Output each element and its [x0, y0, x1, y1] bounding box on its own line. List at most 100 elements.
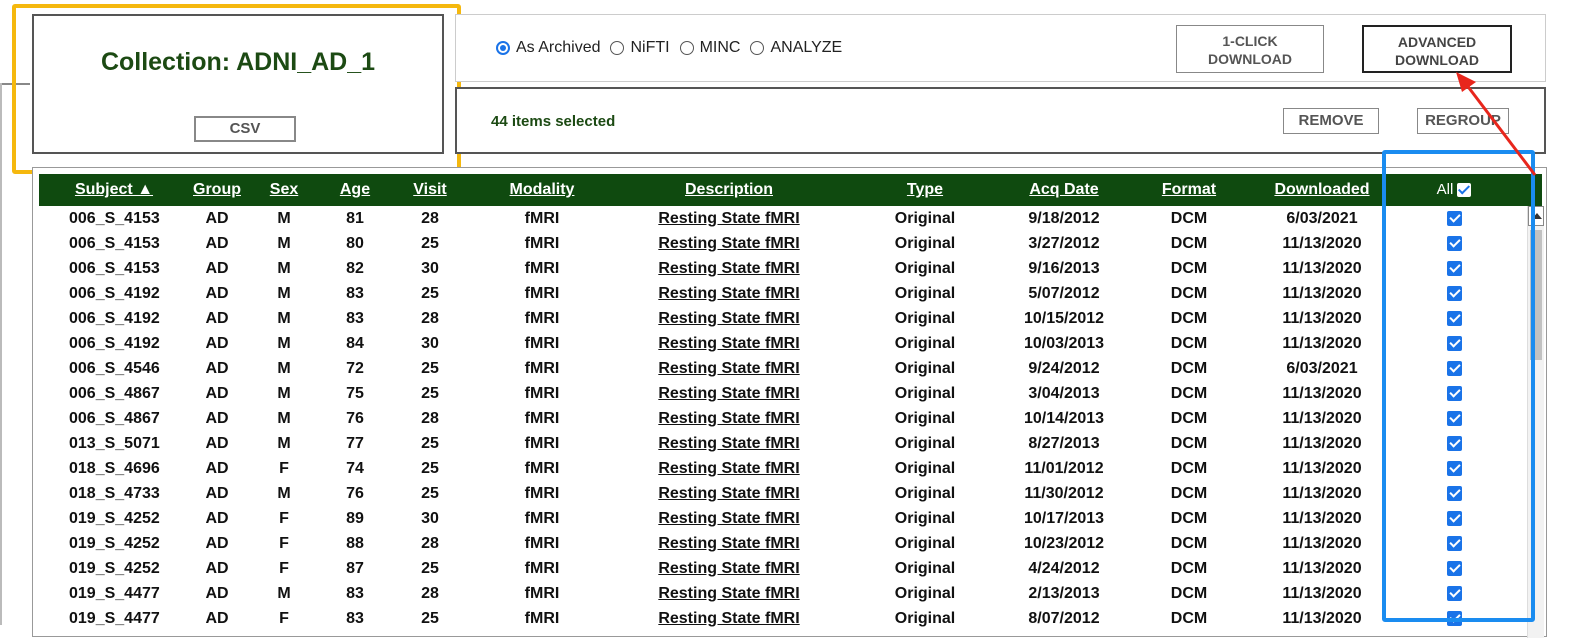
- header-description[interactable]: Description: [659, 174, 799, 206]
- cell-modality: fMRI: [524, 610, 560, 627]
- cell-subject: 006_S_4867: [69, 410, 160, 427]
- header-subject[interactable]: Subject ▲: [69, 174, 159, 206]
- scroll-up-icon[interactable]: [1528, 206, 1544, 226]
- format-option-nifti[interactable]: NiFTI: [610, 39, 670, 57]
- row-select-checkbox[interactable]: [1447, 386, 1462, 401]
- cell-acq-date: 4/24/2012: [1028, 560, 1100, 577]
- row-select-checkbox[interactable]: [1447, 561, 1462, 576]
- cell-type: Original: [894, 485, 956, 502]
- cell-downloaded: 11/13/2020: [1282, 435, 1362, 452]
- radio-checked-icon[interactable]: [496, 41, 510, 55]
- radio-unchecked-icon[interactable]: [679, 41, 694, 55]
- row-select-checkbox[interactable]: [1447, 411, 1462, 426]
- row-select-checkbox[interactable]: [1447, 361, 1462, 376]
- row-select-checkbox[interactable]: [1447, 586, 1462, 601]
- header-type[interactable]: Type: [891, 174, 959, 206]
- cell-description[interactable]: Resting State fMRI: [639, 581, 819, 606]
- cell-acq-date: 10/17/2013: [1023, 510, 1105, 527]
- cell-acq-date: 10/15/2012: [1023, 310, 1105, 327]
- row-select-checkbox[interactable]: [1447, 286, 1462, 301]
- row-select-checkbox[interactable]: [1447, 486, 1462, 501]
- cell-modality: fMRI: [524, 435, 560, 452]
- table-scrollbar[interactable]: [1527, 206, 1544, 638]
- cell-description[interactable]: Resting State fMRI: [639, 406, 819, 431]
- cell-format: DCM: [1170, 360, 1208, 377]
- one-click-download-button[interactable]: 1-CLICK DOWNLOAD: [1176, 25, 1324, 73]
- header-visit[interactable]: Visit: [408, 174, 452, 206]
- select-all-checkbox[interactable]: [1457, 183, 1472, 198]
- cell-description[interactable]: Resting State fMRI: [639, 356, 819, 381]
- radio-unchecked-icon[interactable]: [610, 41, 625, 55]
- cell-sex: M: [277, 235, 291, 252]
- format-option-analyze[interactable]: ANALYZE: [750, 39, 842, 57]
- cell-description[interactable]: Resting State fMRI: [639, 256, 819, 281]
- cell-description[interactable]: Resting State fMRI: [639, 431, 819, 456]
- table-row: 006_S_4867 AD M 75 25 fMRI Resting State fMRI O…: [39, 381, 1527, 406]
- scroll-thumb[interactable]: [1530, 230, 1542, 360]
- cell-downloaded: 11/13/2020: [1282, 610, 1362, 627]
- header-select-all[interactable]: All: [1419, 174, 1489, 206]
- cell-description[interactable]: Resting State fMRI: [639, 231, 819, 256]
- cell-sex: M: [277, 210, 291, 227]
- cell-description[interactable]: Resting State fMRI: [639, 381, 819, 406]
- header-age[interactable]: Age: [335, 174, 375, 206]
- remove-button[interactable]: REMOVE: [1283, 108, 1379, 134]
- cell-sex: M: [277, 360, 291, 377]
- row-select-checkbox[interactable]: [1447, 336, 1462, 351]
- format-option-as-archived[interactable]: As Archived: [496, 39, 600, 57]
- header-format[interactable]: Format: [1151, 174, 1227, 206]
- regroup-button[interactable]: REGROUP: [1417, 108, 1509, 134]
- cell-description[interactable]: Resting State fMRI: [639, 506, 819, 531]
- row-select-checkbox[interactable]: [1447, 436, 1462, 451]
- radio-unchecked-icon[interactable]: [750, 41, 765, 55]
- cell-description[interactable]: Resting State fMRI: [639, 281, 819, 306]
- row-select-checkbox[interactable]: [1447, 236, 1462, 251]
- cell-type: Original: [894, 460, 956, 477]
- cell-description[interactable]: Resting State fMRI: [639, 481, 819, 506]
- row-select-checkbox[interactable]: [1447, 261, 1462, 276]
- cell-modality: fMRI: [524, 335, 560, 352]
- cell-subject: 018_S_4696: [69, 460, 160, 477]
- cell-group: AD: [205, 410, 229, 427]
- header-group[interactable]: Group: [187, 174, 247, 206]
- row-select-checkbox[interactable]: [1447, 461, 1462, 476]
- table-row: 006_S_4546 AD M 72 25 fMRI Resting State fMRI O…: [39, 356, 1527, 381]
- header-downloaded[interactable]: Downloaded: [1267, 174, 1377, 206]
- cell-acq-date: 10/14/2013: [1023, 410, 1105, 427]
- table-row: 006_S_4153 AD M 81 28 fMRI Resting State fMRI O…: [39, 206, 1527, 231]
- row-select-checkbox[interactable]: [1447, 311, 1462, 326]
- cell-description[interactable]: Resting State fMRI: [639, 556, 819, 581]
- cell-age: 72: [346, 360, 364, 377]
- cell-type: Original: [894, 285, 956, 302]
- cell-description[interactable]: Resting State fMRI: [639, 306, 819, 331]
- cell-type: Original: [894, 410, 956, 427]
- header-sex[interactable]: Sex: [264, 174, 304, 206]
- advanced-download-button[interactable]: ADVANCED DOWNLOAD: [1362, 25, 1512, 73]
- cell-description[interactable]: Resting State fMRI: [639, 206, 819, 231]
- cell-group: AD: [205, 210, 229, 227]
- cell-age: 81: [346, 210, 364, 227]
- cell-format: DCM: [1170, 385, 1208, 402]
- cell-format: DCM: [1170, 310, 1208, 327]
- row-select-checkbox[interactable]: [1447, 211, 1462, 226]
- table-row: 006_S_4192 AD M 83 25 fMRI Resting State fMRI O…: [39, 281, 1527, 306]
- cell-subject: 019_S_4252: [69, 510, 160, 527]
- cell-subject: 006_S_4546: [69, 360, 160, 377]
- header-acq-date[interactable]: Acq Date: [1016, 174, 1112, 206]
- row-select-checkbox[interactable]: [1447, 611, 1462, 626]
- cell-visit: 30: [421, 260, 439, 277]
- cell-group: AD: [205, 585, 229, 602]
- row-select-checkbox[interactable]: [1447, 536, 1462, 551]
- cell-description[interactable]: Resting State fMRI: [639, 606, 819, 631]
- cell-modality: fMRI: [524, 560, 560, 577]
- cell-sex: F: [279, 460, 289, 477]
- cell-age: 76: [346, 485, 364, 502]
- cell-description[interactable]: Resting State fMRI: [639, 331, 819, 356]
- cell-modality: fMRI: [524, 535, 560, 552]
- row-select-checkbox[interactable]: [1447, 511, 1462, 526]
- cell-description[interactable]: Resting State fMRI: [639, 456, 819, 481]
- cell-description[interactable]: Resting State fMRI: [639, 531, 819, 556]
- header-modality[interactable]: Modality: [499, 174, 585, 206]
- csv-button[interactable]: CSV: [194, 116, 296, 142]
- format-option-minc[interactable]: MINC: [679, 39, 740, 57]
